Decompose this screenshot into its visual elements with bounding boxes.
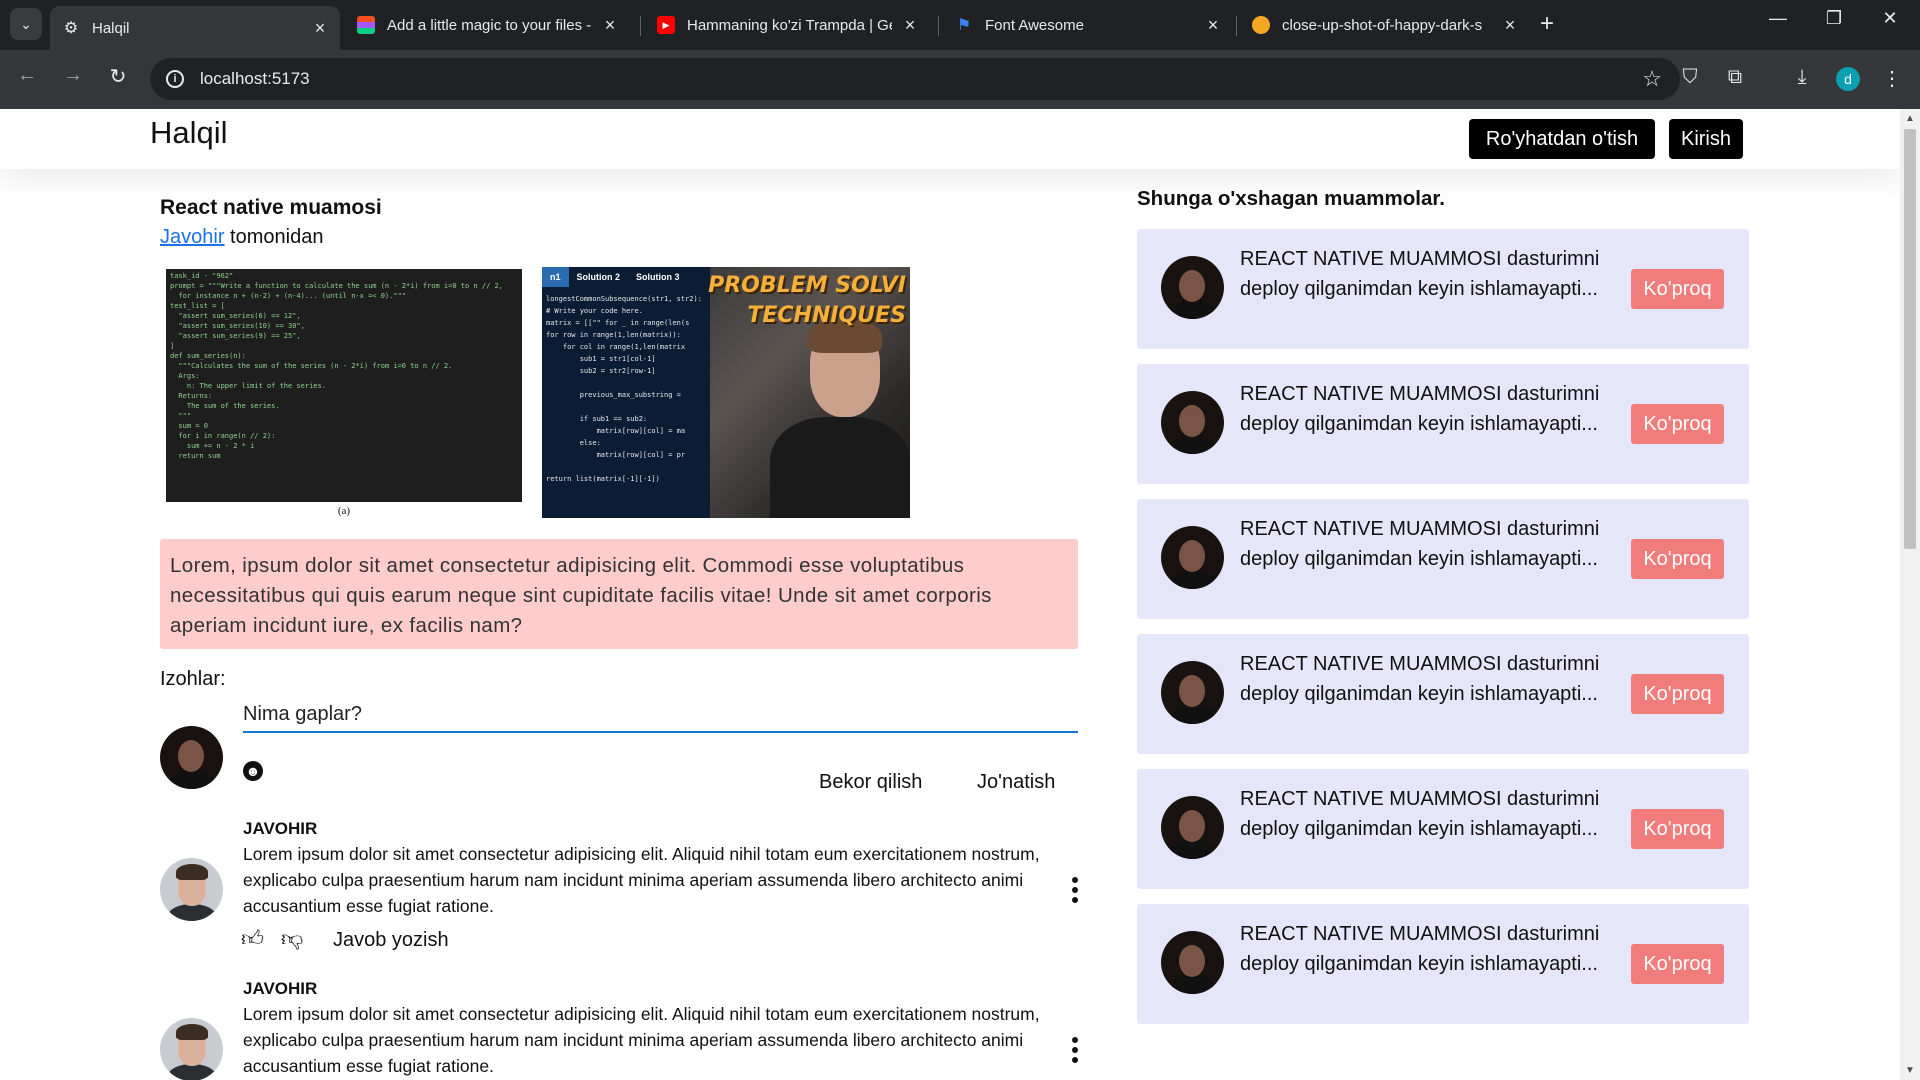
comment-more-icon[interactable] <box>1070 1035 1080 1065</box>
emoji-icon[interactable]: ☻ <box>243 761 263 781</box>
card-text: REACT NATIVE MUAMMOSI dasturimni deploy … <box>1240 248 1600 300</box>
site-logo[interactable]: Halqil <box>150 115 228 151</box>
image-headline: PROBLEM SOLVI TECHNIQUES <box>708 273 906 328</box>
comment-author: JAVOHIR <box>243 819 318 838</box>
login-button[interactable]: Kirish <box>1669 119 1743 159</box>
more-button[interactable]: Ko'proq <box>1631 404 1724 444</box>
shield-extension-icon[interactable]: ⛉ <box>1676 66 1704 89</box>
forward-arrow-icon[interactable]: → <box>58 64 88 87</box>
comment-input[interactable]: Nima gaplar? <box>243 697 1078 733</box>
url-text: localhost:5173 <box>200 69 310 88</box>
related-card[interactable]: REACT NATIVE MUAMMOSI dasturimni deploy … <box>1137 634 1749 754</box>
comment-avatar <box>160 858 223 921</box>
card-avatar <box>1161 796 1224 859</box>
reload-icon[interactable]: ↻ <box>103 64 133 89</box>
reply-button[interactable]: Javob yozish <box>333 929 449 952</box>
extensions-puzzle-icon[interactable]: ⧉ <box>1721 66 1749 89</box>
card-avatar <box>1161 526 1224 589</box>
byline-suffix: tomonidan <box>224 226 324 248</box>
card-text: REACT NATIVE MUAMMOSI dasturimni deploy … <box>1240 788 1600 840</box>
post-image-problem-solving: n1 Solution 2 Solution 3 longestCommonSubs… <box>542 267 910 518</box>
post-title: React native muamosi <box>160 196 382 219</box>
flag-icon: ⚑ <box>956 17 972 34</box>
tab-font-awesome[interactable]: ⚑ Font Awesome × <box>943 6 1233 44</box>
more-button[interactable]: Ko'proq <box>1631 809 1724 849</box>
related-card[interactable]: REACT NATIVE MUAMMOSI dasturimni deploy … <box>1137 769 1749 889</box>
restore-button[interactable]: ❐ <box>1814 8 1854 29</box>
more-button[interactable]: Ko'proq <box>1631 269 1724 309</box>
card-avatar <box>1161 391 1224 454</box>
close-tab-icon[interactable]: × <box>312 18 328 39</box>
bookmark-star-icon[interactable]: ☆ <box>1642 66 1662 92</box>
back-arrow-icon[interactable]: ← <box>12 64 42 87</box>
related-card[interactable]: REACT NATIVE MUAMMOSI dasturimni deploy … <box>1137 229 1749 349</box>
close-window-button[interactable]: ✕ <box>1870 8 1910 29</box>
tab-figma[interactable]: Add a little magic to your files - × <box>345 6 630 44</box>
freepik-icon <box>1252 16 1270 34</box>
address-bar[interactable]: i localhost:5173 ☆ <box>150 58 1680 100</box>
related-card[interactable]: REACT NATIVE MUAMMOSI dasturimni deploy … <box>1137 499 1749 619</box>
card-text: REACT NATIVE MUAMMOSI dasturimni deploy … <box>1240 653 1600 705</box>
card-text: REACT NATIVE MUAMMOSI dasturimni deploy … <box>1240 383 1600 435</box>
tab-freepik[interactable]: close-up-shot-of-happy-dark-s × <box>1240 6 1530 44</box>
more-button[interactable]: Ko'proq <box>1631 539 1724 579</box>
current-user-avatar <box>160 726 223 789</box>
related-card[interactable]: REACT NATIVE MUAMMOSI dasturimni deploy … <box>1137 364 1749 484</box>
card-avatar <box>1161 256 1224 319</box>
scrollbar-thumb[interactable] <box>1904 129 1916 549</box>
comment-avatar <box>160 1018 223 1080</box>
youtube-icon: ▶ <box>657 16 675 34</box>
comments-heading: Izohlar: <box>160 668 226 690</box>
close-tab-icon[interactable]: × <box>1502 15 1518 36</box>
card-text: REACT NATIVE MUAMMOSI dasturimni deploy … <box>1240 518 1600 570</box>
card-avatar <box>1161 931 1224 994</box>
scroll-up-arrow-icon[interactable]: ▲ <box>1905 113 1915 124</box>
gear-icon: ⚙ <box>63 20 79 37</box>
site-header: Halqil Ro'yhatdan o'tish Kirish <box>0 109 1900 169</box>
minimize-button[interactable]: — <box>1758 8 1798 29</box>
register-button[interactable]: Ro'yhatdan o'tish <box>1469 119 1655 159</box>
close-tab-icon[interactable]: × <box>1205 15 1221 36</box>
kebab-menu-icon[interactable]: ⋮ <box>1878 66 1906 91</box>
tab-search-button[interactable]: ⌄ <box>10 8 42 40</box>
comment-author: JAVOHIR <box>243 979 318 998</box>
more-button[interactable]: Ko'proq <box>1631 674 1724 714</box>
figma-icon <box>357 16 375 34</box>
browser-tab-strip: ⌄ ⚙ Halqil × Add a little magic to your … <box>0 0 1920 50</box>
new-tab-button[interactable]: + <box>1540 10 1554 38</box>
page-content: Halqil Ro'yhatdan o'tish Kirish React na… <box>0 109 1900 1080</box>
code-screenshot: task_id - "962" prompt = """Write a funct… <box>166 269 522 502</box>
thumbs-up-icon[interactable]: 👍︎ <box>241 925 264 952</box>
close-tab-icon[interactable]: × <box>902 15 918 36</box>
tab-youtube[interactable]: ▶ Hammaning ko'zi Trampda | Ge × <box>645 6 930 44</box>
card-avatar <box>1161 661 1224 724</box>
cancel-button[interactable]: Bekor qilish <box>819 771 922 794</box>
related-problems-title: Shunga o'xshagan muammolar. <box>1137 187 1445 210</box>
comment-text: Lorem ipsum dolor sit amet consectetur a… <box>243 844 1040 916</box>
site-info-icon[interactable]: i <box>166 70 184 88</box>
more-button[interactable]: Ko'proq <box>1631 944 1724 984</box>
post-byline: Javohir tomonidan <box>160 226 323 249</box>
post-image-code: task_id - "962" prompt = """Write a funct… <box>164 267 524 519</box>
close-tab-icon[interactable]: × <box>602 15 618 36</box>
profile-avatar[interactable]: d <box>1836 67 1860 91</box>
comment-more-icon[interactable] <box>1070 875 1080 905</box>
image-caption: (a) <box>337 505 351 517</box>
tab-halqil[interactable]: ⚙ Halqil × <box>50 6 340 50</box>
send-button[interactable]: Jo'natish <box>977 771 1055 794</box>
card-text: REACT NATIVE MUAMMOSI dasturimni deploy … <box>1240 923 1600 975</box>
comment-text: Lorem ipsum dolor sit amet consectetur a… <box>243 1004 1040 1076</box>
scroll-down-arrow-icon[interactable]: ▼ <box>1905 1065 1915 1076</box>
download-icon[interactable]: ⤓ <box>1788 66 1816 89</box>
related-card[interactable]: REACT NATIVE MUAMMOSI dasturimni deploy … <box>1137 904 1749 1024</box>
browser-toolbar: ← → ↻ i localhost:5173 ☆ ⛉ ⧉ ⤓ ⋮ <box>0 50 1920 109</box>
page-scrollbar[interactable]: ▲ ▼ <box>1900 109 1920 1080</box>
post-body: Lorem, ipsum dolor sit amet consectetur … <box>160 539 1078 649</box>
thumbs-down-icon[interactable]: 👎︎ <box>281 925 303 952</box>
author-link[interactable]: Javohir <box>160 226 224 248</box>
